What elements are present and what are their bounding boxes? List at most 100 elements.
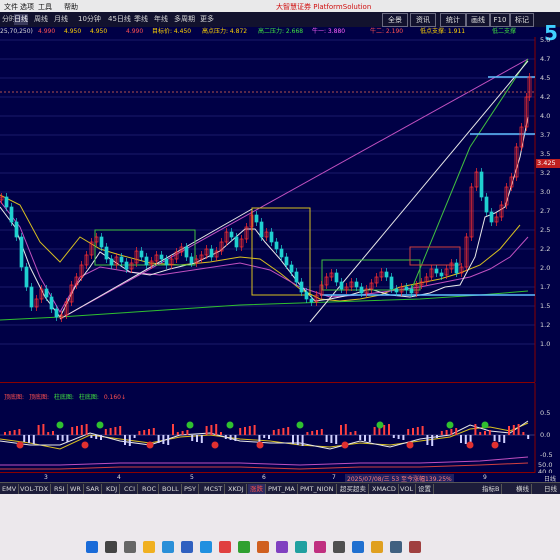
menu-bar: 文件 选项 工具 帮助 大智慧证券 PlatformSolution <box>0 0 560 12</box>
mail-icon[interactable] <box>200 541 212 553</box>
signal-marker <box>186 421 194 429</box>
trend-line-purple <box>59 58 529 320</box>
app7-icon[interactable] <box>333 541 345 553</box>
period-multi[interactable]: 多周期 <box>174 14 195 25</box>
period-more[interactable]: 更多 <box>200 14 214 25</box>
indicator-bar <box>109 428 112 435</box>
tab-hline[interactable]: 横线 <box>514 484 532 494</box>
menu-item-file[interactable]: 文件 <box>4 2 18 12</box>
tab-vol-tdx[interactable]: VOL-TDX <box>18 484 52 494</box>
indicator-bar <box>354 431 357 435</box>
period-week[interactable]: 周线 <box>34 14 48 25</box>
info-value-2: 4.950 <box>64 28 82 35</box>
app3-icon[interactable] <box>257 541 269 553</box>
app9-icon[interactable] <box>371 541 383 553</box>
indicator-bar <box>320 429 323 435</box>
candle-body <box>29 286 34 308</box>
tab-rsi[interactable]: RSI <box>52 484 68 494</box>
btn-mark[interactable]: 标记 <box>510 13 534 27</box>
app4-icon[interactable] <box>276 541 288 553</box>
indicator-bar <box>172 424 174 435</box>
info-bull-1: 牛一: 3.880 <box>312 28 346 35</box>
tab-mcst[interactable]: MCST <box>202 484 226 494</box>
windows-icon[interactable] <box>86 541 98 553</box>
tab-chaomai[interactable]: 超买超卖 <box>338 484 369 494</box>
app8-icon[interactable] <box>352 541 364 553</box>
trend-line-white <box>59 208 253 320</box>
indicator-bar <box>407 429 410 435</box>
indicator-bar <box>224 435 227 439</box>
tab-xkdj[interactable]: XKDJ <box>226 484 247 494</box>
tab-sar[interactable]: SAR <box>84 484 103 494</box>
edge-icon[interactable] <box>162 541 174 553</box>
indicator-bar <box>210 425 213 435</box>
tab-settings[interactable]: 设置 <box>416 484 434 494</box>
period-quarter[interactable]: 季线 <box>134 14 148 25</box>
price-tick: 1.5 <box>540 302 551 310</box>
windows-taskbar <box>0 494 560 560</box>
tab-kdj[interactable]: KDJ <box>104 484 121 494</box>
indicator-bar <box>119 426 122 435</box>
candle-body <box>4 196 9 208</box>
tab-emv[interactable]: EMV <box>0 484 20 494</box>
indicator-lines <box>0 58 535 323</box>
btn-f10[interactable]: F10 <box>490 13 510 27</box>
signal-marker <box>296 421 304 429</box>
period-45day[interactable]: 45日线 <box>108 14 131 25</box>
tab-roc[interactable]: ROC <box>140 484 160 494</box>
candle-body <box>109 258 114 266</box>
menu-item-help[interactable]: 帮助 <box>64 2 78 12</box>
indicator-bar <box>397 435 400 439</box>
tab-psy[interactable]: PSY <box>182 484 200 494</box>
search-icon[interactable] <box>105 541 117 553</box>
candle-body <box>229 231 234 238</box>
date-tick-5: 7 <box>332 474 336 481</box>
app2-icon[interactable] <box>238 541 250 553</box>
signal-marker <box>491 441 499 449</box>
tab-cci[interactable]: CCI <box>122 484 138 494</box>
app1-icon[interactable] <box>219 541 231 553</box>
tab-pmt-nion[interactable]: PMT_NION <box>298 484 337 494</box>
period-month[interactable]: 月线 <box>54 14 68 25</box>
indicator-bar <box>292 435 294 444</box>
kline-chart[interactable] <box>0 37 560 382</box>
indicator-bar <box>479 432 482 435</box>
app10-icon[interactable] <box>390 541 402 553</box>
period-day[interactable]: 日线 <box>14 14 28 25</box>
menu-item-options[interactable]: 选项 <box>20 2 34 12</box>
indicator-bar <box>42 424 45 435</box>
indicator-bar <box>167 435 170 445</box>
indicator-bar <box>349 432 352 435</box>
app11-icon[interactable] <box>409 541 421 553</box>
tab-xmacd[interactable]: XMACD <box>370 484 399 494</box>
tab-pmt-ma[interactable]: PMT_MA <box>266 484 298 494</box>
btn-panorama[interactable]: 全景 <box>382 13 408 27</box>
indicator-bar <box>517 424 520 435</box>
tab-indicator-b[interactable]: 指标B <box>480 484 503 494</box>
indicator-bar <box>138 431 141 435</box>
app6-icon[interactable] <box>314 541 326 553</box>
tab-wr[interactable]: WR <box>68 484 84 494</box>
indicator-bar <box>287 427 290 435</box>
candle-body <box>484 196 489 213</box>
btn-news[interactable]: 资讯 <box>410 13 436 27</box>
kline-panel[interactable]: 3.425 5 5.0 4.7 4.5 4.2 4.0 3.7 3.5 3.2 3.0 2.7 2.… <box>0 21 560 382</box>
taskview-icon[interactable] <box>124 541 136 553</box>
candle-body <box>144 256 149 266</box>
btn-draw[interactable]: 画线 <box>466 13 490 27</box>
period-year[interactable]: 年线 <box>154 14 168 25</box>
period-10min[interactable]: 10分钟 <box>78 14 101 25</box>
app5-icon[interactable] <box>295 541 307 553</box>
candle-body <box>404 286 409 291</box>
store-icon[interactable] <box>181 541 193 553</box>
btn-stats[interactable]: 统计 <box>440 13 466 27</box>
indicator-bar <box>412 428 414 435</box>
menu-item-tools[interactable]: 工具 <box>38 2 52 12</box>
price-tick: 2.5 <box>540 226 551 234</box>
tab-vol[interactable]: VOL <box>398 484 417 494</box>
indicator-panel[interactable]: 0.50.0-0.550.040.0 <box>0 383 560 473</box>
tab-boll[interactable]: BOLL <box>160 484 182 494</box>
explorer-icon[interactable] <box>143 541 155 553</box>
tab-zhangdie[interactable]: 涨跌 <box>248 484 266 494</box>
indicator-bar <box>325 435 328 442</box>
